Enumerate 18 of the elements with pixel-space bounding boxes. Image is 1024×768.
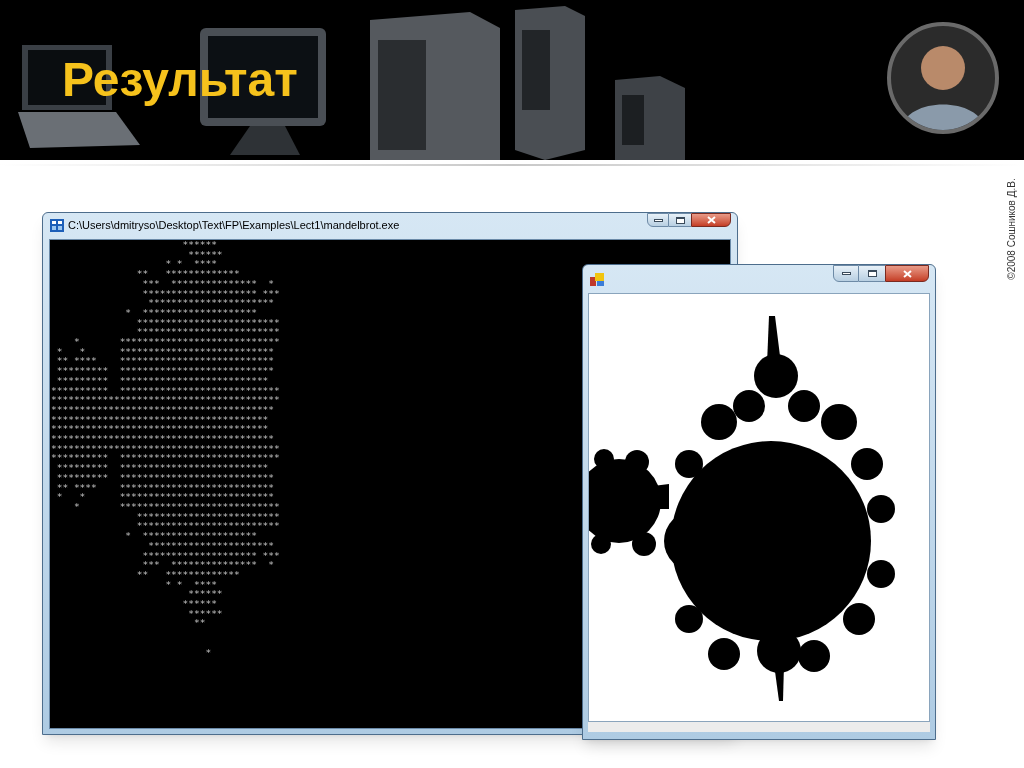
minimize-button[interactable] bbox=[647, 213, 669, 227]
close-icon bbox=[902, 269, 912, 278]
slide-title: Результат bbox=[62, 52, 298, 108]
minimize-button[interactable] bbox=[833, 265, 859, 282]
app-icon bbox=[590, 273, 606, 287]
maximize-button[interactable] bbox=[669, 213, 691, 227]
copyright-text: ©2008 Сошников Д.В. bbox=[1006, 177, 1018, 282]
console-icon bbox=[50, 219, 64, 232]
window-title: C:\Users\dmitryso\Desktop\Text\FP\Examples\Lect1\mandelbrot.exe bbox=[68, 219, 400, 232]
maximize-icon bbox=[675, 216, 685, 224]
minimize-icon bbox=[653, 218, 663, 222]
close-button[interactable] bbox=[691, 213, 731, 227]
maximize-icon bbox=[867, 270, 877, 277]
minimize-icon bbox=[841, 272, 851, 275]
console-output: ****** ****** * * **** ** ************* *** *************** * ******************** *** ********************** * ******************** ************************* ************************* * **************************** * * *************************** ** **** *************************** ********* *************************** ********* ************************** ********** **************************** **************************************** *************************************** ************************************** ************************************** *************************************** **************************************** ********** **************************** ********* ************************** ********* *************************** ** **** *************************** * * *************************** * **************************** ************************* ************************* * ******************** ********************** ******************** *** *** *************** * ** ************* * * **** ****** ****** ****** ** * bbox=[50, 240, 280, 658]
close-icon bbox=[706, 216, 716, 224]
maximize-button[interactable] bbox=[859, 265, 885, 282]
close-button[interactable] bbox=[885, 265, 929, 282]
